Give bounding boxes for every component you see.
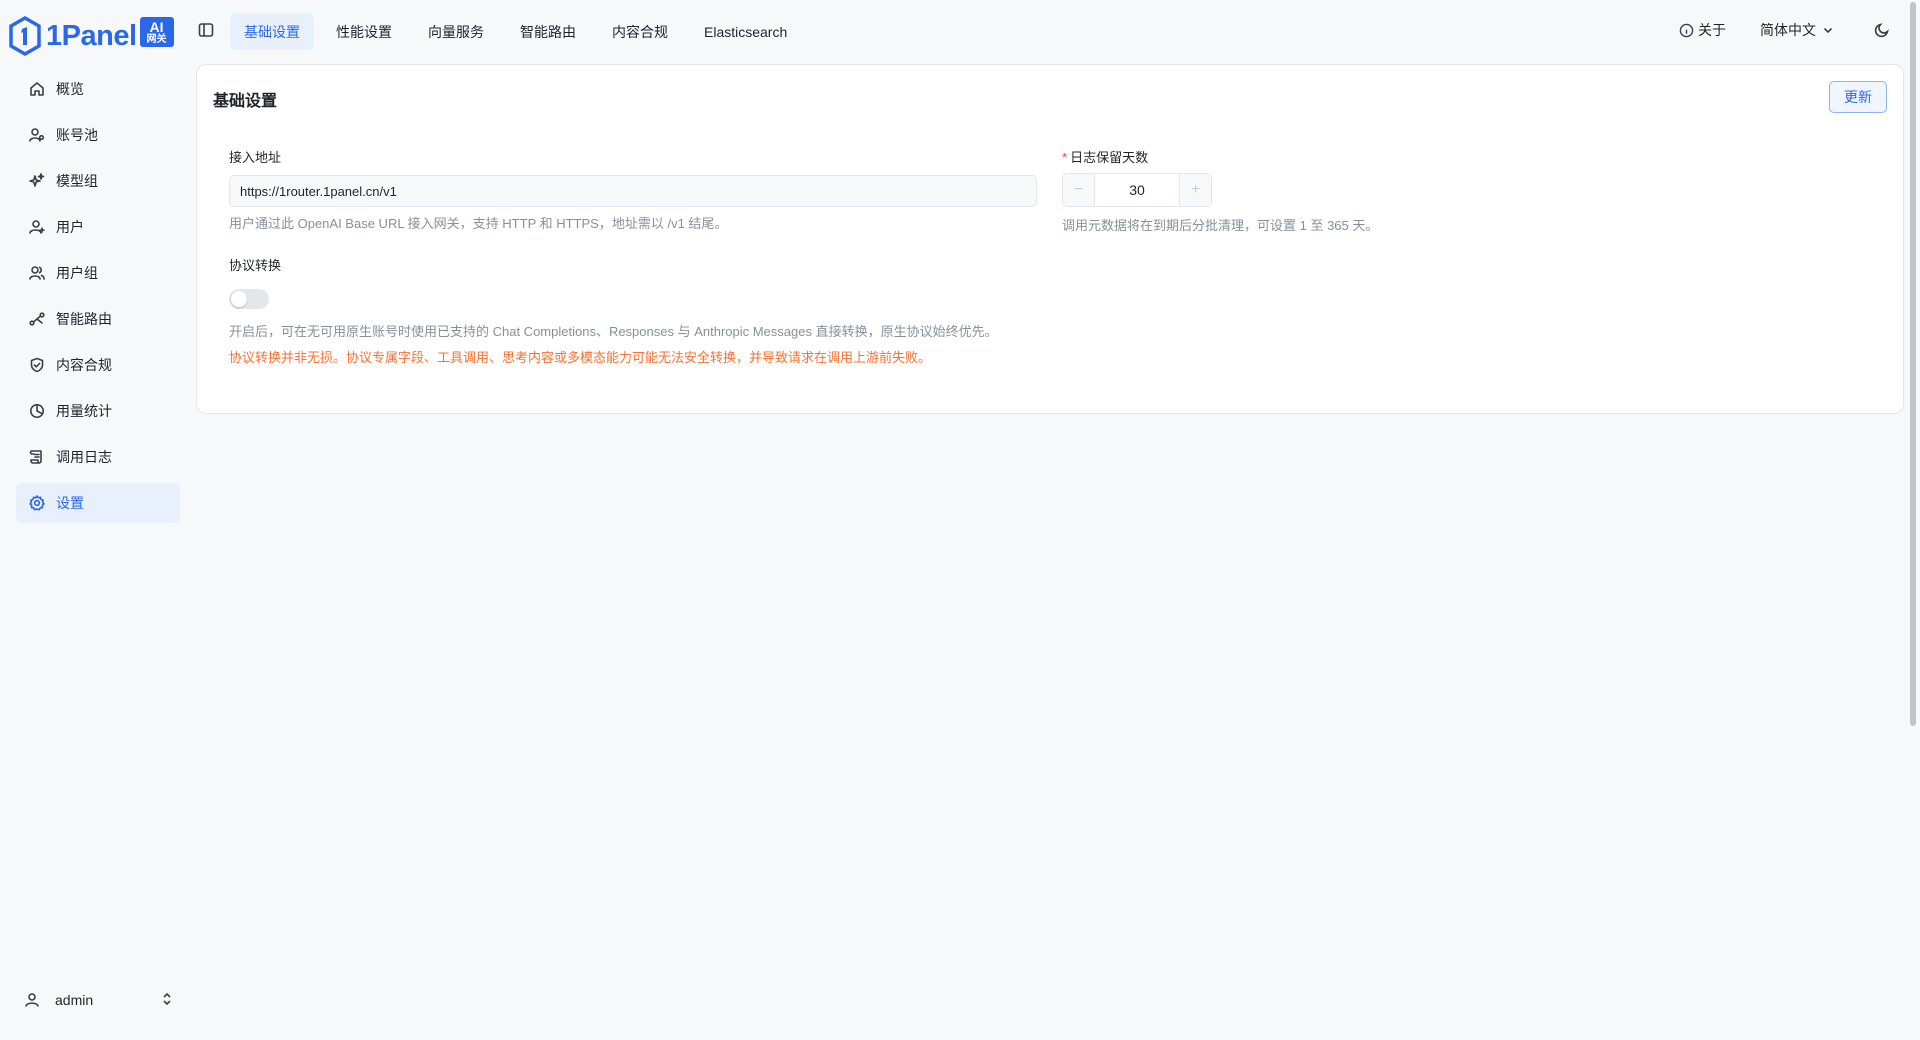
sidebar-item-label: 用户 — [56, 219, 84, 235]
user-menu[interactable]: admin — [16, 980, 180, 1020]
sidebar-toggle-icon — [198, 23, 214, 37]
endpoint-url-input[interactable] — [229, 175, 1037, 207]
sidebar-item-label: 用户组 — [56, 265, 98, 281]
protocol-conversion-label: 协议转换 — [229, 258, 282, 273]
logo-mark-icon — [9, 16, 41, 56]
brand-badge: AI 网关 — [139, 17, 174, 47]
tab-content-compliance[interactable]: 内容合规 — [598, 13, 682, 50]
page-scrollbar[interactable] — [1908, 0, 1918, 1040]
header-actions: 关于 简体中文 — [1679, 20, 1892, 40]
update-button[interactable]: 更新 — [1829, 81, 1887, 113]
sidebar-item-usage-stats[interactable]: 用量统计 — [16, 391, 180, 431]
sidebar-item-smart-routing[interactable]: 智能路由 — [16, 299, 180, 339]
shield-check-icon — [28, 356, 46, 374]
log-retention-help-text: 调用元数据将在到期后分批清理，可设置 1 至 365 天。 — [1062, 218, 1379, 233]
top-bar: 基础设置 性能设置 向量服务 智能路由 内容合规 Elasticsearch 关… — [196, 0, 1920, 64]
sidebar: 1Panel AI 网关 概览 账号池 模型组 用户 用户组 智能路由 内容合规… — [0, 0, 196, 1040]
sidebar-item-label: 内容合规 — [56, 357, 112, 373]
sidebar-item-label: 账号池 — [56, 127, 98, 143]
sparkles-icon — [28, 172, 46, 190]
log-retention-label-text: 日志保留天数 — [1070, 150, 1149, 165]
sidebar-item-settings[interactable]: 设置 — [16, 483, 180, 523]
settings-tabs: 基础设置 性能设置 向量服务 智能路由 内容合规 Elasticsearch — [230, 13, 809, 50]
sidebar-toggle-button[interactable] — [196, 20, 216, 40]
users-icon — [28, 264, 46, 282]
about-label: 关于 — [1698, 22, 1726, 38]
sidebar-item-user-groups[interactable]: 用户组 — [16, 253, 180, 293]
tab-performance-settings[interactable]: 性能设置 — [322, 13, 406, 50]
card-title: 基础设置 — [213, 93, 278, 110]
protocol-conversion-warning: 协议转换并非无损。协议专属字段、工具调用、思考内容或多模态能力可能无法安全转换，… — [229, 350, 932, 365]
scrollbar-thumb[interactable] — [1910, 2, 1916, 726]
brand-name: 1Panel — [46, 19, 137, 52]
log-retention-label: * 日志保留天数 — [1062, 147, 1148, 166]
tab-basic-settings[interactable]: 基础设置 — [230, 13, 314, 50]
log-retention-stepper[interactable]: − 30 + — [1062, 173, 1212, 207]
about-button[interactable]: 关于 — [1679, 20, 1726, 40]
brand-badge-gateway: 网关 — [146, 33, 167, 45]
sidebar-item-label: 用量统计 — [56, 403, 112, 419]
language-label: 简体中文 — [1760, 22, 1816, 38]
sidebar-item-label: 设置 — [56, 495, 84, 511]
log-retention-value[interactable]: 30 — [1095, 174, 1179, 206]
tab-elasticsearch[interactable]: Elasticsearch — [690, 13, 801, 50]
sidebar-nav: 概览 账号池 模型组 用户 用户组 智能路由 内容合规 用量统计 调用日志 设置 — [16, 69, 180, 529]
sidebar-item-users[interactable]: 用户 — [16, 207, 180, 247]
user-icon — [25, 993, 39, 1007]
user-plus-icon — [28, 218, 46, 236]
gear-icon — [28, 494, 46, 512]
language-select[interactable]: 简体中文 — [1760, 20, 1834, 40]
username: admin — [55, 992, 94, 1008]
sidebar-item-model-group[interactable]: 模型组 — [16, 161, 180, 201]
protocol-conversion-help-text: 开启后，可在无可用原生账号时使用已支持的 Chat Completions、Re… — [229, 324, 998, 339]
basic-settings-card: 基础设置 更新 接入地址 用户通过此 OpenAI Base URL 接入网关，… — [196, 64, 1904, 414]
sidebar-item-overview[interactable]: 概览 — [16, 69, 180, 109]
moon-icon — [1874, 23, 1889, 38]
brand-badge-ai: AI — [149, 18, 164, 35]
tab-vector-service[interactable]: 向量服务 — [414, 13, 498, 50]
endpoint-label: 接入地址 — [229, 150, 282, 165]
tab-smart-routing[interactable]: 智能路由 — [506, 13, 590, 50]
chevron-down-icon — [1823, 27, 1833, 34]
sidebar-item-label: 智能路由 — [56, 311, 112, 327]
pie-chart-icon — [28, 402, 46, 420]
sidebar-item-content-compliance[interactable]: 内容合规 — [16, 345, 180, 385]
sidebar-item-account-pool[interactable]: 账号池 — [16, 115, 180, 155]
avatar — [16, 984, 48, 1016]
protocol-conversion-toggle[interactable] — [229, 289, 269, 309]
brand-logo[interactable]: 1Panel AI 网关 — [8, 14, 174, 58]
theme-toggle-button[interactable] — [1872, 20, 1892, 40]
account-pool-icon — [28, 126, 46, 144]
sidebar-item-label: 调用日志 — [56, 449, 112, 465]
info-icon — [1679, 23, 1694, 37]
home-icon — [28, 80, 46, 98]
sidebar-item-label: 模型组 — [56, 173, 98, 189]
decrement-button[interactable]: − — [1063, 174, 1095, 206]
sidebar-item-call-logs[interactable]: 调用日志 — [16, 437, 180, 477]
toggle-knob — [231, 291, 247, 307]
sidebar-item-label: 概览 — [56, 81, 84, 97]
increment-button[interactable]: + — [1179, 174, 1211, 206]
chevron-up-down-icon — [160, 992, 176, 1008]
scroll-icon — [28, 448, 46, 466]
required-mark: * — [1062, 150, 1068, 165]
endpoint-help-text: 用户通过此 OpenAI Base URL 接入网关，支持 HTTP 和 HTT… — [229, 216, 728, 231]
route-icon — [28, 310, 46, 328]
